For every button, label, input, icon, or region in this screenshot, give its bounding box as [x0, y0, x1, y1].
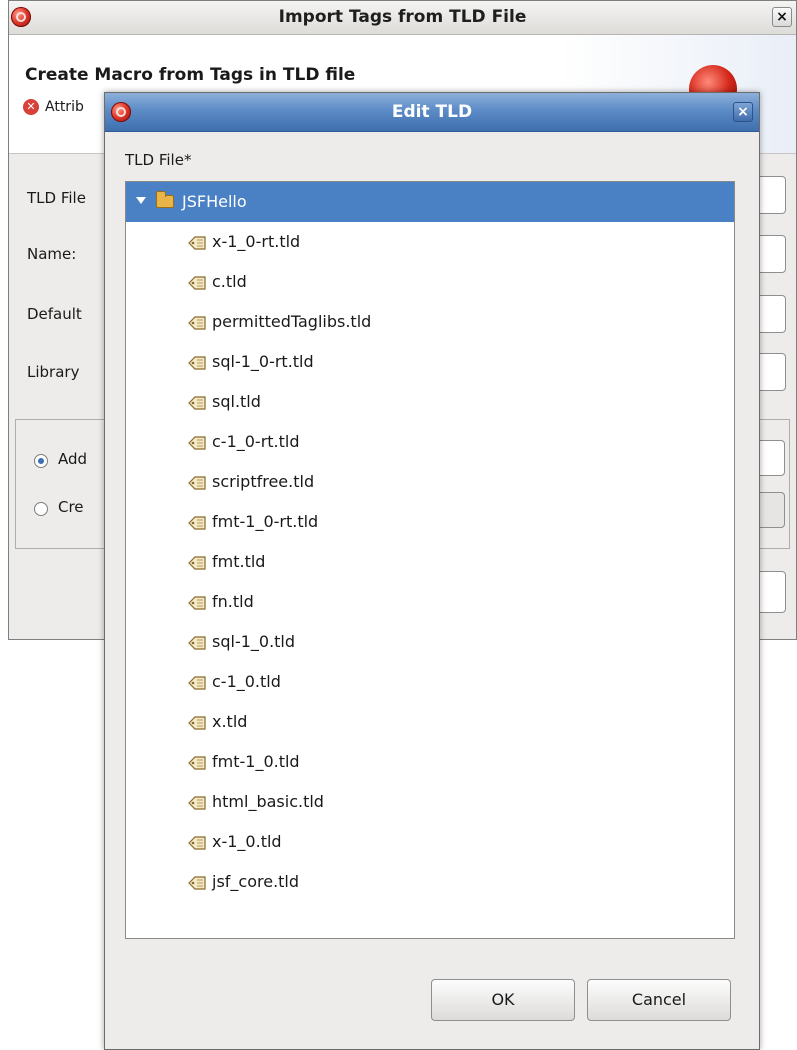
tree-item-row[interactable]: sql-1_0-rt.tld	[126, 342, 734, 382]
tld-file-icon	[188, 715, 206, 730]
tree-item-label: html_basic.tld	[212, 792, 324, 811]
tld-file-icon	[188, 555, 206, 570]
default-label: Default	[27, 305, 82, 323]
tree-item-label: c.tld	[212, 272, 247, 291]
tree-item-label: scriptfree.tld	[212, 472, 315, 491]
tree-item-row[interactable]: fmt.tld	[126, 542, 734, 582]
expand-arrow-icon[interactable]	[136, 197, 146, 204]
library-label: Library	[27, 363, 80, 381]
tld-file-icon	[188, 835, 206, 850]
import-tags-titlebar[interactable]: Import Tags from TLD File ×	[9, 1, 796, 35]
create-radio[interactable]	[34, 502, 48, 516]
tld-file-icon	[188, 635, 206, 650]
tld-file-icon	[188, 755, 206, 770]
tld-file-icon	[188, 275, 206, 290]
tree-item-row[interactable]: scriptfree.tld	[126, 462, 734, 502]
tld-file-icon	[188, 875, 206, 890]
tld-file-icon	[188, 435, 206, 450]
tld-file-icon	[188, 395, 206, 410]
tld-file-icon	[188, 795, 206, 810]
tree-item-label: fn.tld	[212, 592, 254, 611]
add-radio-label: Add	[58, 450, 88, 468]
tree-item-row[interactable]: fmt-1_0-rt.tld	[126, 502, 734, 542]
tree-item-label: x.tld	[212, 712, 248, 731]
import-tags-close-button[interactable]: ×	[772, 7, 792, 27]
tree-item-label: jsf_core.tld	[212, 872, 300, 891]
edit-tld-titlebar[interactable]: Edit TLD ×	[105, 93, 759, 132]
tree-item-row[interactable]: c-1_0-rt.tld	[126, 422, 734, 462]
tree-item-row[interactable]: sql-1_0.tld	[126, 622, 734, 662]
tld-file-icon	[188, 315, 206, 330]
tree-item-label: c-1_0-rt.tld	[212, 432, 300, 451]
tree-item-label: sql-1_0.tld	[212, 632, 296, 651]
edit-tld-close-button[interactable]: ×	[733, 102, 753, 122]
tree-item-row[interactable]: permittedTaglibs.tld	[126, 302, 734, 342]
tree-item-row[interactable]: sql.tld	[126, 382, 734, 422]
edit-tld-dialog: Edit TLD × TLD File* JSFHello x-1_0-rt.t…	[104, 92, 760, 1050]
tree-item-label: sql-1_0-rt.tld	[212, 352, 314, 371]
tree-item-row[interactable]: x-1_0.tld	[126, 822, 734, 862]
tree-root-label: JSFHello	[182, 192, 247, 211]
tree-item-label: x-1_0-rt.tld	[212, 232, 301, 251]
create-radio-label: Cre	[58, 498, 84, 516]
error-message: ✕ Attrib	[23, 99, 84, 115]
tree-item-row[interactable]: x.tld	[126, 702, 734, 742]
edit-tld-title: Edit TLD	[391, 102, 473, 122]
tree-item-row[interactable]: fmt-1_0.tld	[126, 742, 734, 782]
cancel-button[interactable]: Cancel	[587, 979, 731, 1021]
tld-file-field-label: TLD File*	[125, 151, 192, 169]
tree-root-row[interactable]: JSFHello	[126, 182, 734, 222]
tree-item-label: sql.tld	[212, 392, 261, 411]
tree-item-label: c-1_0.tld	[212, 672, 281, 691]
tree-item-label: fmt-1_0-rt.tld	[212, 512, 319, 531]
tld-file-tree[interactable]: JSFHello x-1_0-rt.tld c.tld permittedTagli…	[125, 181, 735, 939]
tree-item-row[interactable]: fn.tld	[126, 582, 734, 622]
tree-item-label: x-1_0.tld	[212, 832, 282, 851]
tld-file-icon	[188, 355, 206, 370]
tld-file-icon	[188, 475, 206, 490]
name-label: Name:	[27, 245, 77, 263]
import-tags-title: Import Tags from TLD File	[278, 7, 527, 27]
tree-item-label: fmt-1_0.tld	[212, 752, 300, 771]
import-tags-heading: Create Macro from Tags in TLD file	[25, 65, 356, 85]
error-text: Attrib	[45, 99, 84, 115]
tree-item-label: fmt.tld	[212, 552, 266, 571]
tld-file-icon	[188, 235, 206, 250]
tld-file-label: TLD File	[27, 189, 86, 207]
tld-file-icon	[188, 675, 206, 690]
ok-button[interactable]: OK	[431, 979, 575, 1021]
tree-item-row[interactable]: c.tld	[126, 262, 734, 302]
tld-file-icon	[188, 515, 206, 530]
tree-item-row[interactable]: jsf_core.tld	[126, 862, 734, 902]
error-icon: ✕	[23, 99, 39, 115]
tree-item-label: permittedTaglibs.tld	[212, 312, 372, 331]
tld-file-icon	[188, 595, 206, 610]
tree-item-row[interactable]: html_basic.tld	[126, 782, 734, 822]
add-radio[interactable]	[34, 454, 48, 468]
folder-icon	[156, 191, 174, 208]
tree-item-row[interactable]: c-1_0.tld	[126, 662, 734, 702]
tree-item-row[interactable]: x-1_0-rt.tld	[126, 222, 734, 262]
